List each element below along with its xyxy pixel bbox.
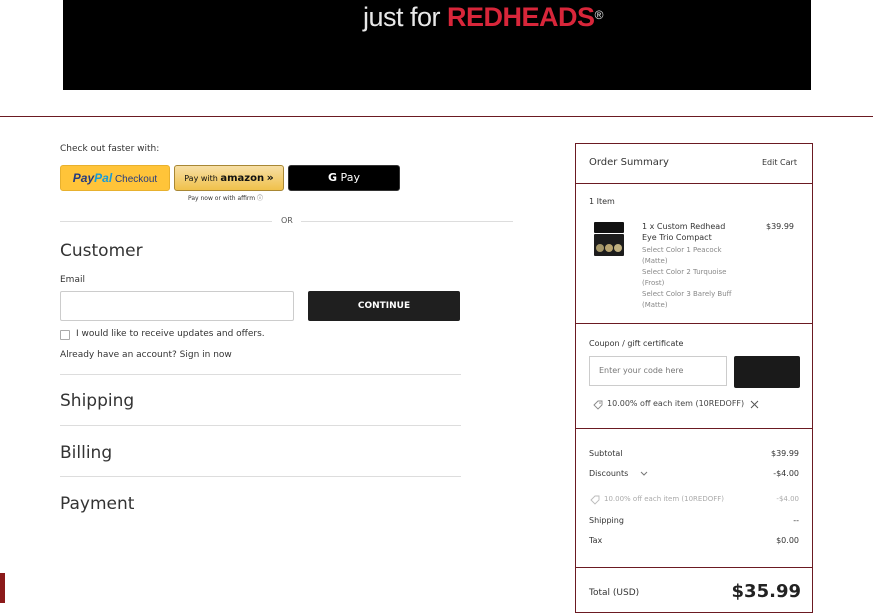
item-options: Select Color 1 Peacock (Matte) Select Co… [642, 245, 732, 311]
section-divider [60, 476, 461, 477]
chevron-down-icon[interactable] [640, 471, 648, 477]
discount-detail: 10.00% off each item (10REDOFF) [604, 495, 725, 503]
paypal-brand-1: Pay [72, 171, 95, 185]
total-label: Total (USD) [589, 588, 640, 598]
amazon-logo: amazon [220, 173, 265, 184]
updates-label: I would like to receive updates and offe… [76, 329, 265, 339]
total-value: $35.99 [731, 581, 801, 602]
tag-icon [590, 495, 600, 505]
shipping-value: -- [793, 516, 799, 525]
paypal-label: Checkout [112, 174, 158, 185]
paypal-brand-2: Pal [94, 171, 113, 185]
amazon-prefix: Pay with [184, 174, 221, 183]
chevron-right-icon: » [266, 171, 274, 184]
google-g-icon: G [328, 171, 338, 184]
coupon-code-input[interactable]: Enter your code here [589, 356, 727, 386]
or-divider-right [301, 221, 513, 222]
summary-divider [576, 183, 812, 184]
item-option-3-finish: (Matte) [642, 301, 668, 309]
or-divider-left [60, 221, 272, 222]
billing-heading[interactable]: Billing [60, 443, 112, 463]
applied-coupon-text: 10.00% off each item (10REDOFF) [607, 399, 745, 408]
item-option-1-finish: (Matte) [642, 257, 668, 265]
amazon-pay-button[interactable]: Pay with amazon » [174, 165, 284, 191]
logo-text-2: REDHEADS [447, 2, 595, 32]
shipping-heading[interactable]: Shipping [60, 391, 134, 411]
logo-text-1: just for [363, 2, 448, 32]
subtotal-value: $39.99 [771, 449, 799, 458]
summary-divider [576, 428, 812, 429]
customer-heading: Customer [60, 241, 143, 261]
summary-divider [576, 567, 812, 568]
discount-detail-amount: -$4.00 [776, 495, 799, 503]
item-option-2: Select Color 2 Turquoise [642, 268, 727, 276]
item-option-3: Select Color 3 Barely Buff [642, 290, 732, 298]
google-pay-button[interactable]: G Pay [288, 165, 400, 191]
summary-divider [576, 323, 812, 324]
section-divider [60, 425, 461, 426]
item-name-line-2: Eye Trio Compact [642, 233, 712, 242]
tax-label: Tax [589, 536, 603, 545]
header-banner: just for REDHEADS® [63, 0, 811, 90]
close-icon[interactable] [750, 400, 759, 409]
order-summary-title: Order Summary [589, 157, 669, 168]
header-divider [0, 116, 873, 117]
site-logo[interactable]: just for REDHEADS® [363, 0, 603, 34]
or-label: OR [281, 216, 293, 225]
order-summary-panel: Order Summary Edit Cart 1 Item 1 x Custo… [575, 143, 813, 613]
shipping-label: Shipping [589, 516, 624, 525]
tag-icon [593, 400, 603, 410]
apply-coupon-button[interactable] [734, 356, 800, 388]
logo-registered: ® [594, 8, 604, 22]
gpay-label: Pay [337, 171, 360, 184]
edit-cart-link[interactable]: Edit Cart [762, 158, 797, 167]
updates-checkbox[interactable] [60, 330, 70, 340]
amazon-affirm-note: Pay now or with affirm ⓘ [188, 195, 264, 202]
subtotal-label: Subtotal [589, 449, 623, 458]
coupon-label: Coupon / gift certificate [589, 339, 684, 348]
item-option-1: Select Color 1 Peacock [642, 246, 722, 254]
item-price: $39.99 [766, 222, 794, 231]
signin-prompt: Already have an account? Sign in now [60, 350, 232, 360]
item-count: 1 Item [589, 197, 615, 206]
continue-button[interactable]: CONTINUE [308, 291, 460, 321]
discounts-label[interactable]: Discounts [589, 469, 628, 478]
item-name[interactable]: 1 x Custom Redhead Eye Trio Compact [642, 221, 725, 243]
payment-heading[interactable]: Payment [60, 494, 134, 514]
signin-link[interactable]: Sign in now [180, 350, 232, 360]
item-option-2-finish: (Frost) [642, 279, 665, 287]
discounts-value: -$4.00 [773, 469, 799, 478]
item-name-line-1: 1 x Custom Redhead [642, 222, 726, 231]
email-label: Email [60, 275, 85, 285]
paypal-checkout-button[interactable]: PayPal Checkout [60, 165, 170, 191]
side-tab[interactable] [0, 573, 5, 603]
signin-prefix: Already have an account? [60, 350, 180, 360]
tax-value: $0.00 [776, 536, 799, 545]
express-checkout-title: Check out faster with: [60, 144, 160, 154]
email-input[interactable] [60, 291, 294, 321]
product-thumbnail [593, 220, 625, 258]
section-divider [60, 374, 461, 375]
